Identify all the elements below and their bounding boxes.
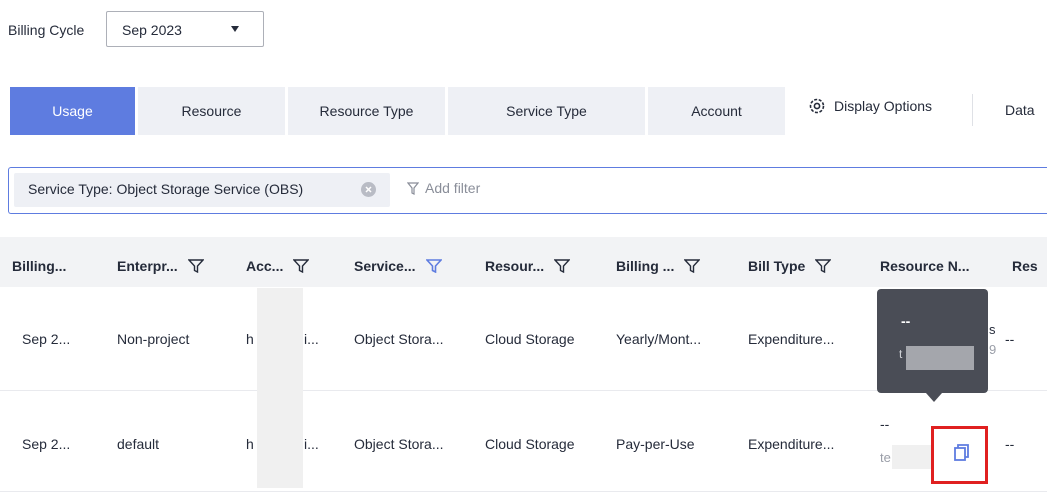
column-header-billing-mode[interactable]: Billing ... xyxy=(616,258,701,274)
redacted-block xyxy=(906,346,974,370)
copy-button[interactable] xyxy=(931,426,988,484)
column-header-res[interactable]: Res xyxy=(1012,258,1038,274)
column-header-bill-type[interactable]: Bill Type xyxy=(748,258,832,274)
cell-resource-name-dash: -- xyxy=(880,416,890,432)
funnel-icon[interactable] xyxy=(554,259,571,273)
cell-billing-cycle: Sep 2... xyxy=(22,331,71,347)
column-label: Billing... xyxy=(12,258,67,274)
tab-resource[interactable]: Resource xyxy=(138,87,285,135)
tab-service-type[interactable]: Service Type xyxy=(448,87,645,135)
tab-resource-type[interactable]: Resource Type xyxy=(288,87,445,135)
data-tab[interactable]: Data xyxy=(1005,102,1035,118)
tab-usage[interactable]: Usage xyxy=(10,87,135,135)
clear-filter-icon[interactable] xyxy=(361,182,376,197)
display-options-button[interactable]: Display Options xyxy=(808,97,932,115)
tooltip-line-1: -- xyxy=(901,313,911,329)
tooltip-line-2: t xyxy=(899,347,903,361)
cell-bill-type: Expenditure... xyxy=(748,331,835,347)
cell-billing-mode: Pay-per-Use xyxy=(616,436,695,452)
add-filter-input[interactable]: Add filter xyxy=(407,180,480,196)
display-options-label: Display Options xyxy=(834,98,933,114)
cell-resource-name-fragment: 9 xyxy=(989,342,997,357)
gear-icon xyxy=(809,98,825,114)
column-label: Bill Type xyxy=(748,258,806,274)
cell-billing-cycle: Sep 2... xyxy=(22,436,71,452)
billing-cycle-select[interactable]: Sep 2023 xyxy=(106,11,264,47)
column-header-billing-cycle[interactable]: Billing... xyxy=(12,258,66,274)
column-label: Res xyxy=(1012,258,1038,274)
tab-account[interactable]: Account xyxy=(648,87,785,135)
funnel-icon xyxy=(407,181,419,195)
funnel-icon[interactable] xyxy=(815,259,832,273)
cell-res: -- xyxy=(1005,436,1015,452)
add-filter-placeholder: Add filter xyxy=(425,180,481,196)
cell-resource-type: Cloud Storage xyxy=(485,331,575,347)
billing-cycle-label: Billing Cycle xyxy=(8,22,85,38)
cell-service-type: Object Stora... xyxy=(354,436,444,452)
cell-resource-name-fragment: s xyxy=(989,322,996,337)
cell-res: -- xyxy=(1005,331,1015,347)
column-label: Enterpr... xyxy=(117,258,178,274)
cell-resource-name-fragment: te xyxy=(880,450,891,465)
funnel-icon[interactable] xyxy=(293,259,310,273)
cell-enterprise-project: default xyxy=(117,436,160,452)
cell-enterprise-project: Non-project xyxy=(117,331,190,347)
redacted-block xyxy=(892,445,932,469)
column-header-resource-name[interactable]: Resource N... xyxy=(880,258,969,274)
filter-tag-text: Service Type: Object Storage Service (OB… xyxy=(28,181,304,197)
cell-service-type: Object Stora... xyxy=(354,331,444,347)
copy-icon xyxy=(954,444,969,461)
column-label: Resour... xyxy=(485,258,545,274)
tooltip-arrow xyxy=(926,393,942,402)
cell-account-end: i... xyxy=(304,436,319,452)
funnel-icon-active[interactable] xyxy=(425,259,442,273)
column-label: Billing ... xyxy=(616,258,675,274)
column-label: Acc... xyxy=(246,258,284,274)
column-header-account[interactable]: Acc... xyxy=(246,258,310,274)
cell-bill-type: Expenditure... xyxy=(748,436,835,452)
redacted-block xyxy=(257,288,303,488)
divider xyxy=(972,94,973,126)
funnel-icon[interactable] xyxy=(187,259,204,273)
cell-account-end: i... xyxy=(304,331,319,347)
column-header-resource-type[interactable]: Resour... xyxy=(485,258,571,274)
column-header-service-type[interactable]: Service... xyxy=(354,258,442,274)
cell-resource-type: Cloud Storage xyxy=(485,436,575,452)
funnel-icon[interactable] xyxy=(684,259,701,273)
cell-account-start: h xyxy=(246,436,254,452)
caret-down-icon xyxy=(231,26,239,32)
cell-billing-mode: Yearly/Mont... xyxy=(616,331,702,347)
tooltip xyxy=(877,289,988,393)
column-label: Service... xyxy=(354,258,416,274)
column-header-enterprise-project[interactable]: Enterpr... xyxy=(117,258,204,274)
cell-account-start: h xyxy=(246,331,254,347)
billing-cycle-value: Sep 2023 xyxy=(122,22,182,38)
column-label: Resource N... xyxy=(880,258,970,274)
